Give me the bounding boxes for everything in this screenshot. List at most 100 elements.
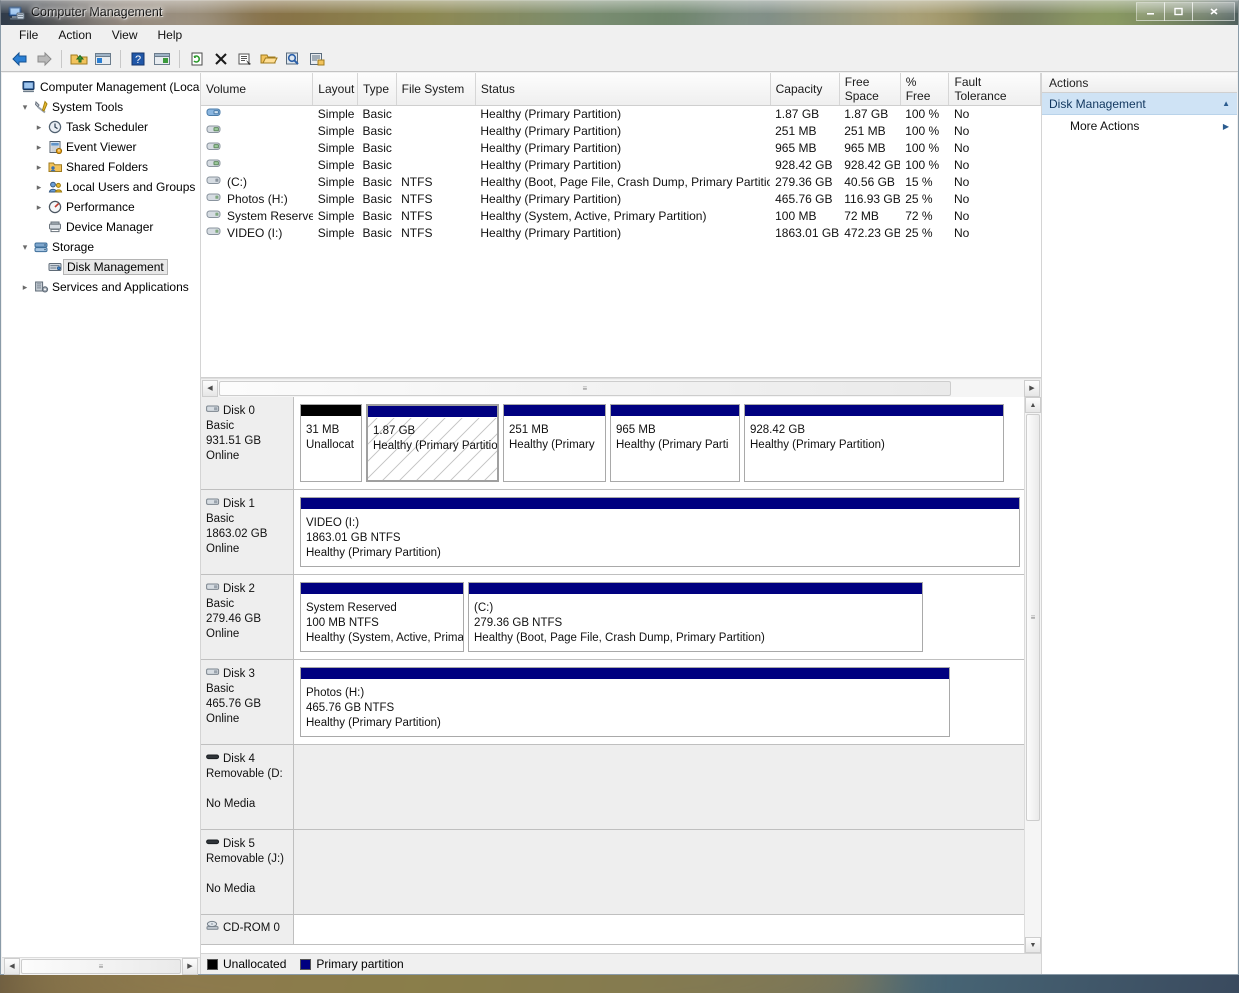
column-header-free-space[interactable]: Free Space xyxy=(839,73,901,106)
expander[interactable]: ▸ xyxy=(32,142,46,153)
up-folder-icon[interactable] xyxy=(68,48,90,70)
actions-group-disk-management[interactable]: Disk Management ▲ xyxy=(1042,93,1237,115)
column-header-pct-free[interactable]: % Free xyxy=(900,73,950,106)
column-header-status[interactable]: Status xyxy=(475,73,771,106)
column-header-file-system[interactable]: File System xyxy=(396,73,476,106)
no-media-area[interactable] xyxy=(294,830,1024,914)
chevron-up-icon[interactable]: ▲ xyxy=(1222,99,1230,108)
disk-row[interactable]: CD-ROM 0 xyxy=(201,915,1024,945)
no-media-area[interactable] xyxy=(294,915,1024,944)
no-media-area[interactable] xyxy=(294,745,1024,829)
scroll-left-button[interactable]: ◀ xyxy=(202,379,218,397)
scroll-thumb[interactable]: ≡ xyxy=(1026,414,1040,822)
sidebar-item-local-users-and-groups[interactable]: ▸ Local Users and Groups xyxy=(4,177,200,197)
sidebar-item-shared-folders[interactable]: ▸ Shared Folders xyxy=(4,157,200,177)
disk-header[interactable]: Disk 2 Basic 279.46 GB Online xyxy=(201,575,294,659)
show-hide-action-pane-icon[interactable] xyxy=(151,48,173,70)
disk-header[interactable]: Disk 0 Basic 931.51 GB Online xyxy=(201,397,294,489)
properties-icon[interactable] xyxy=(234,48,256,70)
partition-block[interactable]: 31 MB Unallocat xyxy=(300,404,362,482)
cell-volume[interactable] xyxy=(201,123,313,140)
expander[interactable]: ▸ xyxy=(18,282,32,293)
show-hide-console-tree-icon[interactable] xyxy=(92,48,114,70)
expander[interactable]: ▾ xyxy=(18,102,32,113)
sidebar-item-device-manager[interactable]: Device Manager xyxy=(4,217,200,237)
disk-row[interactable]: Disk 0 Basic 931.51 GB Online 31 MB Unal… xyxy=(201,397,1024,490)
volume-list-horizontal-scrollbar[interactable]: ◀ ≡ ▶ xyxy=(201,378,1041,397)
menu-file[interactable]: File xyxy=(9,26,48,44)
expander[interactable]: ▸ xyxy=(32,122,46,133)
cell-volume[interactable] xyxy=(201,140,313,157)
column-header-type[interactable]: Type xyxy=(357,73,397,106)
disk-header[interactable]: Disk 1 Basic 1863.02 GB Online xyxy=(201,490,294,574)
table-row[interactable]: Simple Basic Healthy (Primary Partition)… xyxy=(201,123,1041,140)
disk-header[interactable]: CD-ROM 0 xyxy=(201,915,294,944)
table-row[interactable]: Simple Basic Healthy (Primary Partition)… xyxy=(201,140,1041,157)
scroll-right-button[interactable]: ▶ xyxy=(182,957,198,975)
sidebar-item-storage[interactable]: ▾ Storage xyxy=(4,237,200,257)
cell-volume[interactable]: VIDEO (I:) xyxy=(201,225,313,242)
column-header-fault-tolerance[interactable]: Fault Tolerance xyxy=(948,73,1041,106)
disk-header[interactable]: Disk 3 Basic 465.76 GB Online xyxy=(201,660,294,744)
title-bar[interactable]: Computer Management xyxy=(0,0,1239,25)
sidebar-item-performance[interactable]: ▸ Performance xyxy=(4,197,200,217)
menu-action[interactable]: Action xyxy=(48,26,101,44)
disk-row[interactable]: Disk 5 Removable (J:) No Media xyxy=(201,830,1024,915)
partition-block[interactable]: (C:) 279.36 GB NTFS Healthy (Boot, Page … xyxy=(468,582,923,652)
sidebar-item-task-scheduler[interactable]: ▸ Task Scheduler xyxy=(4,117,200,137)
help-icon[interactable]: ? xyxy=(127,48,149,70)
disk-header[interactable]: Disk 5 Removable (J:) No Media xyxy=(201,830,294,914)
menu-help[interactable]: Help xyxy=(148,26,193,44)
refresh-icon[interactable] xyxy=(186,48,208,70)
chevron-right-icon[interactable]: ▶ xyxy=(1223,122,1229,131)
sidebar-item-services-and-applications[interactable]: ▸ Services and Applications xyxy=(4,277,200,297)
scroll-thumb[interactable]: ≡ xyxy=(21,958,181,974)
table-row[interactable]: (C:) Simple Basic NTFS Healthy (Boot, Pa… xyxy=(201,174,1041,191)
back-arrow-icon[interactable] xyxy=(9,48,31,70)
expander[interactable]: ▸ xyxy=(32,202,46,213)
scroll-up-button[interactable]: ▲ xyxy=(1025,397,1041,413)
partition-block[interactable]: 928.42 GB Healthy (Primary Partition) xyxy=(744,404,1004,482)
scroll-left-button[interactable]: ◀ xyxy=(4,957,20,975)
partition-block[interactable]: 1.87 GB Healthy (Primary Partitio xyxy=(366,404,499,482)
cell-volume[interactable]: Photos (H:) xyxy=(201,191,313,208)
tree-horizontal-scrollbar[interactable]: ◀ ≡ ▶ xyxy=(2,957,200,975)
disk-row[interactable]: Disk 4 Removable (D: No Media xyxy=(201,745,1024,830)
expander[interactable]: ▸ xyxy=(32,182,46,193)
disk-row[interactable]: Disk 3 Basic 465.76 GB Online Photos (H:… xyxy=(201,660,1024,745)
disk-header[interactable]: Disk 4 Removable (D: No Media xyxy=(201,745,294,829)
disk-row[interactable]: Disk 2 Basic 279.46 GB Online System Res… xyxy=(201,575,1024,660)
disk-row[interactable]: Disk 1 Basic 1863.02 GB Online VIDEO (I:… xyxy=(201,490,1024,575)
scroll-right-button[interactable]: ▶ xyxy=(1024,379,1040,397)
disk-view-vertical-scrollbar[interactable]: ▲ ≡ ▼ xyxy=(1024,397,1041,953)
forward-arrow-icon[interactable] xyxy=(33,48,55,70)
cell-volume[interactable]: System Reserved xyxy=(201,208,313,225)
scroll-down-button[interactable]: ▼ xyxy=(1025,937,1041,953)
search-icon[interactable] xyxy=(282,48,304,70)
table-row[interactable]: Photos (H:) Simple Basic NTFS Healthy (P… xyxy=(201,191,1041,208)
scroll-thumb[interactable]: ≡ xyxy=(219,380,951,396)
sidebar-item-disk-management[interactable]: Disk Management xyxy=(4,257,200,277)
cell-volume[interactable] xyxy=(201,157,313,174)
column-header-capacity[interactable]: Capacity xyxy=(770,73,840,106)
actions-item-more-actions[interactable]: More Actions ▶ xyxy=(1042,115,1237,137)
minimize-button[interactable] xyxy=(1136,2,1165,21)
scroll-track[interactable]: ≡ xyxy=(20,957,182,975)
column-header-layout[interactable]: Layout xyxy=(312,73,359,106)
table-row[interactable]: Simple Basic Healthy (Primary Partition)… xyxy=(201,157,1041,174)
expander[interactable]: ▾ xyxy=(18,242,32,253)
partition-block[interactable]: Photos (H:) 465.76 GB NTFS Healthy (Prim… xyxy=(300,667,950,737)
export-list-icon[interactable] xyxy=(306,48,328,70)
expander[interactable]: ▸ xyxy=(32,162,46,173)
menu-view[interactable]: View xyxy=(102,26,148,44)
maximize-button[interactable] xyxy=(1164,2,1193,21)
close-button[interactable] xyxy=(1192,2,1235,21)
cell-volume[interactable]: (C:) xyxy=(201,174,313,191)
partition-block[interactable]: 251 MB Healthy (Primary xyxy=(503,404,606,482)
sidebar-item-system-tools[interactable]: ▾ System Tools xyxy=(4,97,200,117)
open-folder-icon[interactable] xyxy=(258,48,280,70)
scroll-track[interactable]: ≡ xyxy=(1025,413,1041,937)
table-row[interactable]: System Reserved Simple Basic NTFS Health… xyxy=(201,208,1041,225)
partition-block[interactable]: 965 MB Healthy (Primary Parti xyxy=(610,404,740,482)
cell-volume[interactable] xyxy=(201,106,313,123)
